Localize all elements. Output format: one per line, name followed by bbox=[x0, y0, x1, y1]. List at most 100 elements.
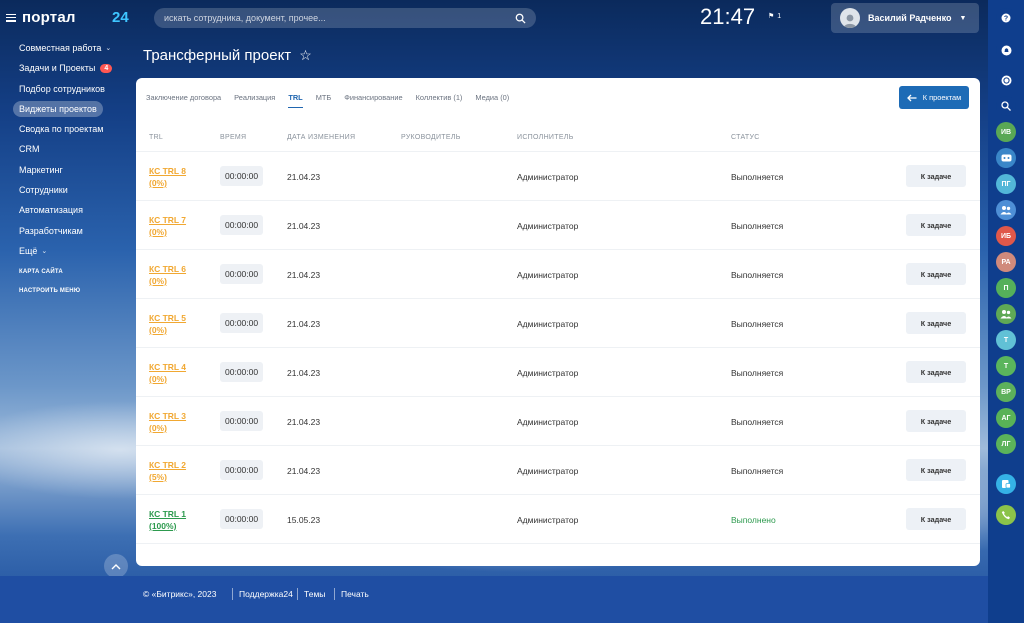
group-icon[interactable] bbox=[996, 200, 1016, 220]
hamburger-icon[interactable] bbox=[6, 13, 16, 22]
to-task-button[interactable]: К задаче bbox=[906, 263, 966, 285]
to-task-button[interactable]: К задаче bbox=[906, 410, 966, 432]
trl-progress: (100%) bbox=[149, 521, 177, 531]
tab-financing[interactable]: Финансирование bbox=[344, 93, 402, 108]
tab-team[interactable]: Коллектив (1) bbox=[416, 93, 463, 108]
chevron-down-icon: ▼ bbox=[959, 14, 967, 22]
contact-avatar[interactable]: АГ bbox=[996, 408, 1016, 428]
column-header-manager: РУКОВОДИТЕЛЬ bbox=[401, 134, 461, 141]
flag-count: 1 bbox=[777, 12, 782, 20]
menu-item-crm[interactable]: CRM bbox=[13, 141, 133, 157]
table-row: КС TRL 2 (5%) 00:00:00 21.04.23 Администрато… bbox=[136, 446, 980, 495]
menu-item-label: Ещё bbox=[19, 245, 38, 256]
footer-divider bbox=[297, 588, 298, 600]
add-chat-icon[interactable] bbox=[996, 474, 1016, 494]
search-icon[interactable] bbox=[996, 96, 1016, 116]
help-icon[interactable]: ? bbox=[996, 8, 1016, 28]
scroll-up-button[interactable] bbox=[104, 554, 128, 578]
menu-item-label: Сотрудники bbox=[19, 185, 68, 196]
contact-avatar[interactable]: ВР bbox=[996, 382, 1016, 402]
tab-implementation[interactable]: Реализация bbox=[234, 93, 275, 108]
tab-contract[interactable]: Заключение договора bbox=[146, 93, 221, 108]
left-menu: Совместная работа ⌄ Задачи и Проекты 4 П… bbox=[13, 40, 133, 294]
configure-menu-link[interactable]: НАСТРОИТЬ МЕНЮ bbox=[13, 288, 133, 294]
status-cell: Выполняется bbox=[731, 172, 784, 182]
menu-item-collaboration[interactable]: Совместная работа ⌄ bbox=[13, 40, 133, 56]
search-bar[interactable] bbox=[154, 8, 536, 28]
footer-divider bbox=[232, 588, 233, 600]
executor-cell: Администратор bbox=[517, 270, 579, 280]
trl-link[interactable]: КС TRL 3 (0%) bbox=[149, 410, 209, 434]
trl-link[interactable]: КС TRL 2 (5%) bbox=[149, 459, 209, 483]
contact-avatar[interactable]: ИБ bbox=[996, 226, 1016, 246]
menu-item-project-widgets[interactable]: Виджеты проектов bbox=[13, 100, 103, 117]
trl-link[interactable]: КС TRL 6 (0%) bbox=[149, 263, 209, 287]
menu-item-label: Совместная работа bbox=[19, 43, 102, 53]
portal-logo[interactable]: портал bbox=[6, 9, 76, 26]
to-task-button[interactable]: К задаче bbox=[906, 508, 966, 530]
group-icon[interactable] bbox=[996, 304, 1016, 324]
column-header-status: СТАТУС bbox=[731, 134, 760, 141]
to-task-button[interactable]: К задаче bbox=[906, 165, 966, 187]
arrow-left-icon bbox=[906, 94, 917, 101]
tab-media[interactable]: Медиа (0) bbox=[475, 93, 509, 108]
tab-trl[interactable]: TRL bbox=[288, 93, 303, 108]
group-chat-icon[interactable] bbox=[996, 148, 1016, 168]
trl-link[interactable]: КС TRL 5 (0%) bbox=[149, 312, 209, 336]
trl-link[interactable]: КС TRL 7 (0%) bbox=[149, 214, 209, 238]
sitemap-link[interactable]: КАРТА САЙТА bbox=[13, 269, 133, 275]
to-task-button[interactable]: К задаче bbox=[906, 214, 966, 236]
user-menu[interactable]: Василий Радченко ▼ bbox=[831, 3, 979, 33]
date-cell: 21.04.23 bbox=[287, 368, 321, 378]
contact-avatar[interactable]: ИВ bbox=[996, 122, 1016, 142]
menu-item-project-summary[interactable]: Сводка по проектам bbox=[13, 121, 133, 137]
menu-item-recruiting[interactable]: Подбор сотрудников bbox=[13, 81, 133, 97]
back-to-projects-button[interactable]: К проектам bbox=[899, 86, 969, 109]
date-cell: 21.04.23 bbox=[287, 172, 321, 182]
trl-progress: (0%) bbox=[149, 374, 167, 384]
menu-item-marketing[interactable]: Маркетинг bbox=[13, 162, 133, 178]
footer-print-link[interactable]: Печать bbox=[341, 589, 369, 599]
to-task-button[interactable]: К задаче bbox=[906, 361, 966, 383]
time-cell: 00:00:00 bbox=[220, 362, 264, 382]
footer-support-link[interactable]: Поддержка24 bbox=[239, 589, 293, 599]
menu-item-tasks[interactable]: Задачи и Проекты 4 bbox=[13, 60, 133, 76]
contact-avatar[interactable]: П bbox=[996, 278, 1016, 298]
flag-icon: ⚑ bbox=[768, 13, 775, 20]
contact-avatar[interactable]: ПГ bbox=[996, 174, 1016, 194]
contact-avatar[interactable]: РА bbox=[996, 252, 1016, 272]
trl-link[interactable]: КС TRL 8 (0%) bbox=[149, 165, 209, 189]
clock[interactable]: 21:47 bbox=[700, 4, 755, 30]
footer-themes-link[interactable]: Темы bbox=[304, 589, 325, 599]
page-title: Трансферный проект ☆ bbox=[143, 47, 312, 64]
menu-item-label: Виджеты проектов bbox=[19, 103, 97, 114]
to-task-button[interactable]: К задаче bbox=[906, 312, 966, 334]
trl-progress: (0%) bbox=[149, 423, 167, 433]
contact-avatar[interactable]: ЛГ bbox=[996, 434, 1016, 454]
executor-cell: Администратор bbox=[517, 515, 579, 525]
tab-mtb[interactable]: МТБ bbox=[316, 93, 332, 108]
time-cell: 00:00:00 bbox=[220, 215, 264, 235]
to-task-button[interactable]: К задаче bbox=[906, 459, 966, 481]
contact-avatar[interactable]: Т bbox=[996, 356, 1016, 376]
flag-counter[interactable]: ⚑ 1 bbox=[768, 12, 782, 21]
chat-icon[interactable] bbox=[996, 70, 1016, 90]
search-icon[interactable] bbox=[515, 13, 526, 24]
menu-item-developers[interactable]: Разработчикам bbox=[13, 223, 133, 239]
column-header-trl: TRL bbox=[149, 134, 164, 141]
search-input[interactable] bbox=[164, 13, 515, 23]
contact-avatar[interactable]: Т bbox=[996, 330, 1016, 350]
trl-link[interactable]: КС TRL 4 (0%) bbox=[149, 361, 209, 385]
menu-item-automation[interactable]: Автоматизация bbox=[13, 202, 133, 218]
trl-link[interactable]: КС TRL 1 (100%) bbox=[149, 508, 209, 532]
trl-progress: (0%) bbox=[149, 178, 167, 188]
menu-item-employees[interactable]: Сотрудники bbox=[13, 182, 133, 198]
trl-name: КС TRL 2 bbox=[149, 460, 187, 470]
table-header: TRL ВРЕМЯ ДАТА ИЗМЕНЕНИЯ РУКОВОДИТЕЛЬ ИС… bbox=[136, 120, 980, 152]
star-icon[interactable]: ☆ bbox=[299, 47, 312, 64]
phone-icon[interactable] bbox=[996, 505, 1016, 525]
bell-icon[interactable] bbox=[996, 40, 1016, 60]
right-sidebar: ? ИВ ПГ ИБ РА П Т Т ВР АГ ЛГ bbox=[988, 0, 1024, 623]
menu-item-more[interactable]: Ещё ⌄ bbox=[13, 243, 133, 259]
time-cell: 00:00:00 bbox=[220, 313, 264, 333]
